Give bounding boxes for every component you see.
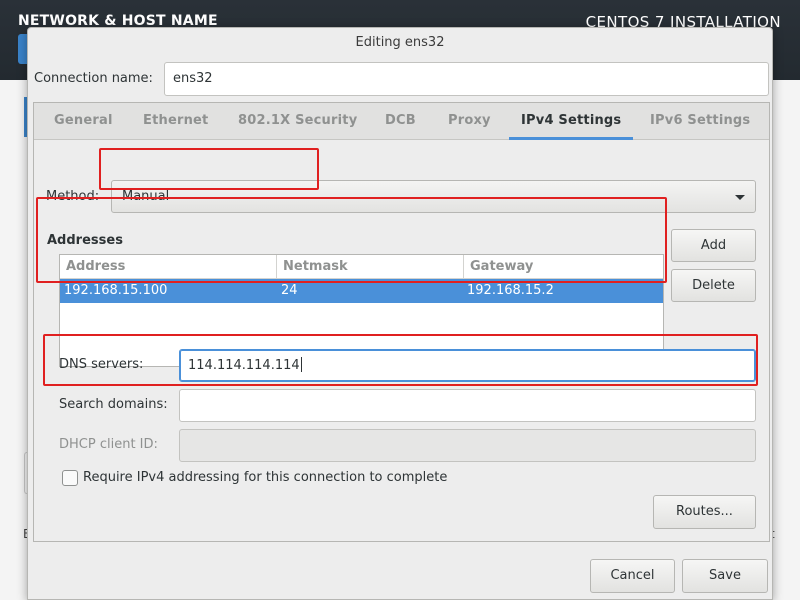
add-address-button[interactable]: Add xyxy=(671,229,756,262)
cell-gateway[interactable]: 192.168.15.2 xyxy=(467,279,554,303)
addresses-table-header: Address Netmask Gateway xyxy=(60,255,663,279)
tab-ipv6-settings[interactable]: IPv6 Settings xyxy=(650,103,750,140)
cell-address[interactable]: 192.168.15.100 xyxy=(64,279,167,303)
tab-proxy[interactable]: Proxy xyxy=(448,103,491,140)
column-header-address[interactable]: Address xyxy=(60,255,276,278)
triangle-down-icon xyxy=(735,195,745,200)
method-value: Manual xyxy=(122,189,170,204)
column-header-gateway[interactable]: Gateway xyxy=(463,255,663,278)
delete-address-button[interactable]: Delete xyxy=(671,269,756,302)
method-label: Method: xyxy=(46,189,100,204)
dialog-title: Editing ens32 xyxy=(355,35,445,50)
tab-dcb[interactable]: DCB xyxy=(385,103,416,140)
cell-netmask[interactable]: 24 xyxy=(281,279,298,303)
dns-servers-input[interactable]: 114.114.114.114 xyxy=(179,349,756,382)
tab-general[interactable]: General xyxy=(54,103,113,140)
column-header-netmask[interactable]: Netmask xyxy=(276,255,463,278)
text-caret xyxy=(300,357,302,372)
dns-servers-label: DNS servers: xyxy=(59,357,144,372)
settings-notebook: General Ethernet 802.1X Security DCB Pro… xyxy=(33,102,770,542)
routes-button[interactable]: Routes... xyxy=(653,495,756,529)
addresses-heading: Addresses xyxy=(47,233,123,248)
edit-connection-dialog: Editing ens32 Connection name: ens32 Gen… xyxy=(27,27,773,600)
cancel-button[interactable]: Cancel xyxy=(590,559,675,593)
require-ipv4-label[interactable]: Require IPv4 addressing for this connect… xyxy=(83,470,447,485)
tab-ipv4-settings[interactable]: IPv4 Settings xyxy=(508,103,634,140)
search-domains-label: Search domains: xyxy=(59,397,168,412)
tab-8021x-security[interactable]: 802.1X Security xyxy=(238,103,357,140)
connection-name-input[interactable]: ens32 xyxy=(164,62,769,96)
table-row[interactable]: 192.168.15.100 24 192.168.15.2 xyxy=(60,279,663,303)
tab-ethernet[interactable]: Ethernet xyxy=(143,103,208,140)
dhcp-client-id-input xyxy=(179,429,756,462)
search-domains-input[interactable] xyxy=(179,389,756,422)
tab-bar: General Ethernet 802.1X Security DCB Pro… xyxy=(34,103,769,140)
dhcp-client-id-label: DHCP client ID: xyxy=(59,437,158,452)
require-ipv4-checkbox[interactable] xyxy=(62,470,78,486)
save-button[interactable]: Save xyxy=(682,559,768,593)
connection-name-label: Connection name: xyxy=(34,71,153,86)
dns-servers-value: 114.114.114.114 xyxy=(188,358,300,373)
method-dropdown[interactable]: Manual xyxy=(111,180,756,213)
